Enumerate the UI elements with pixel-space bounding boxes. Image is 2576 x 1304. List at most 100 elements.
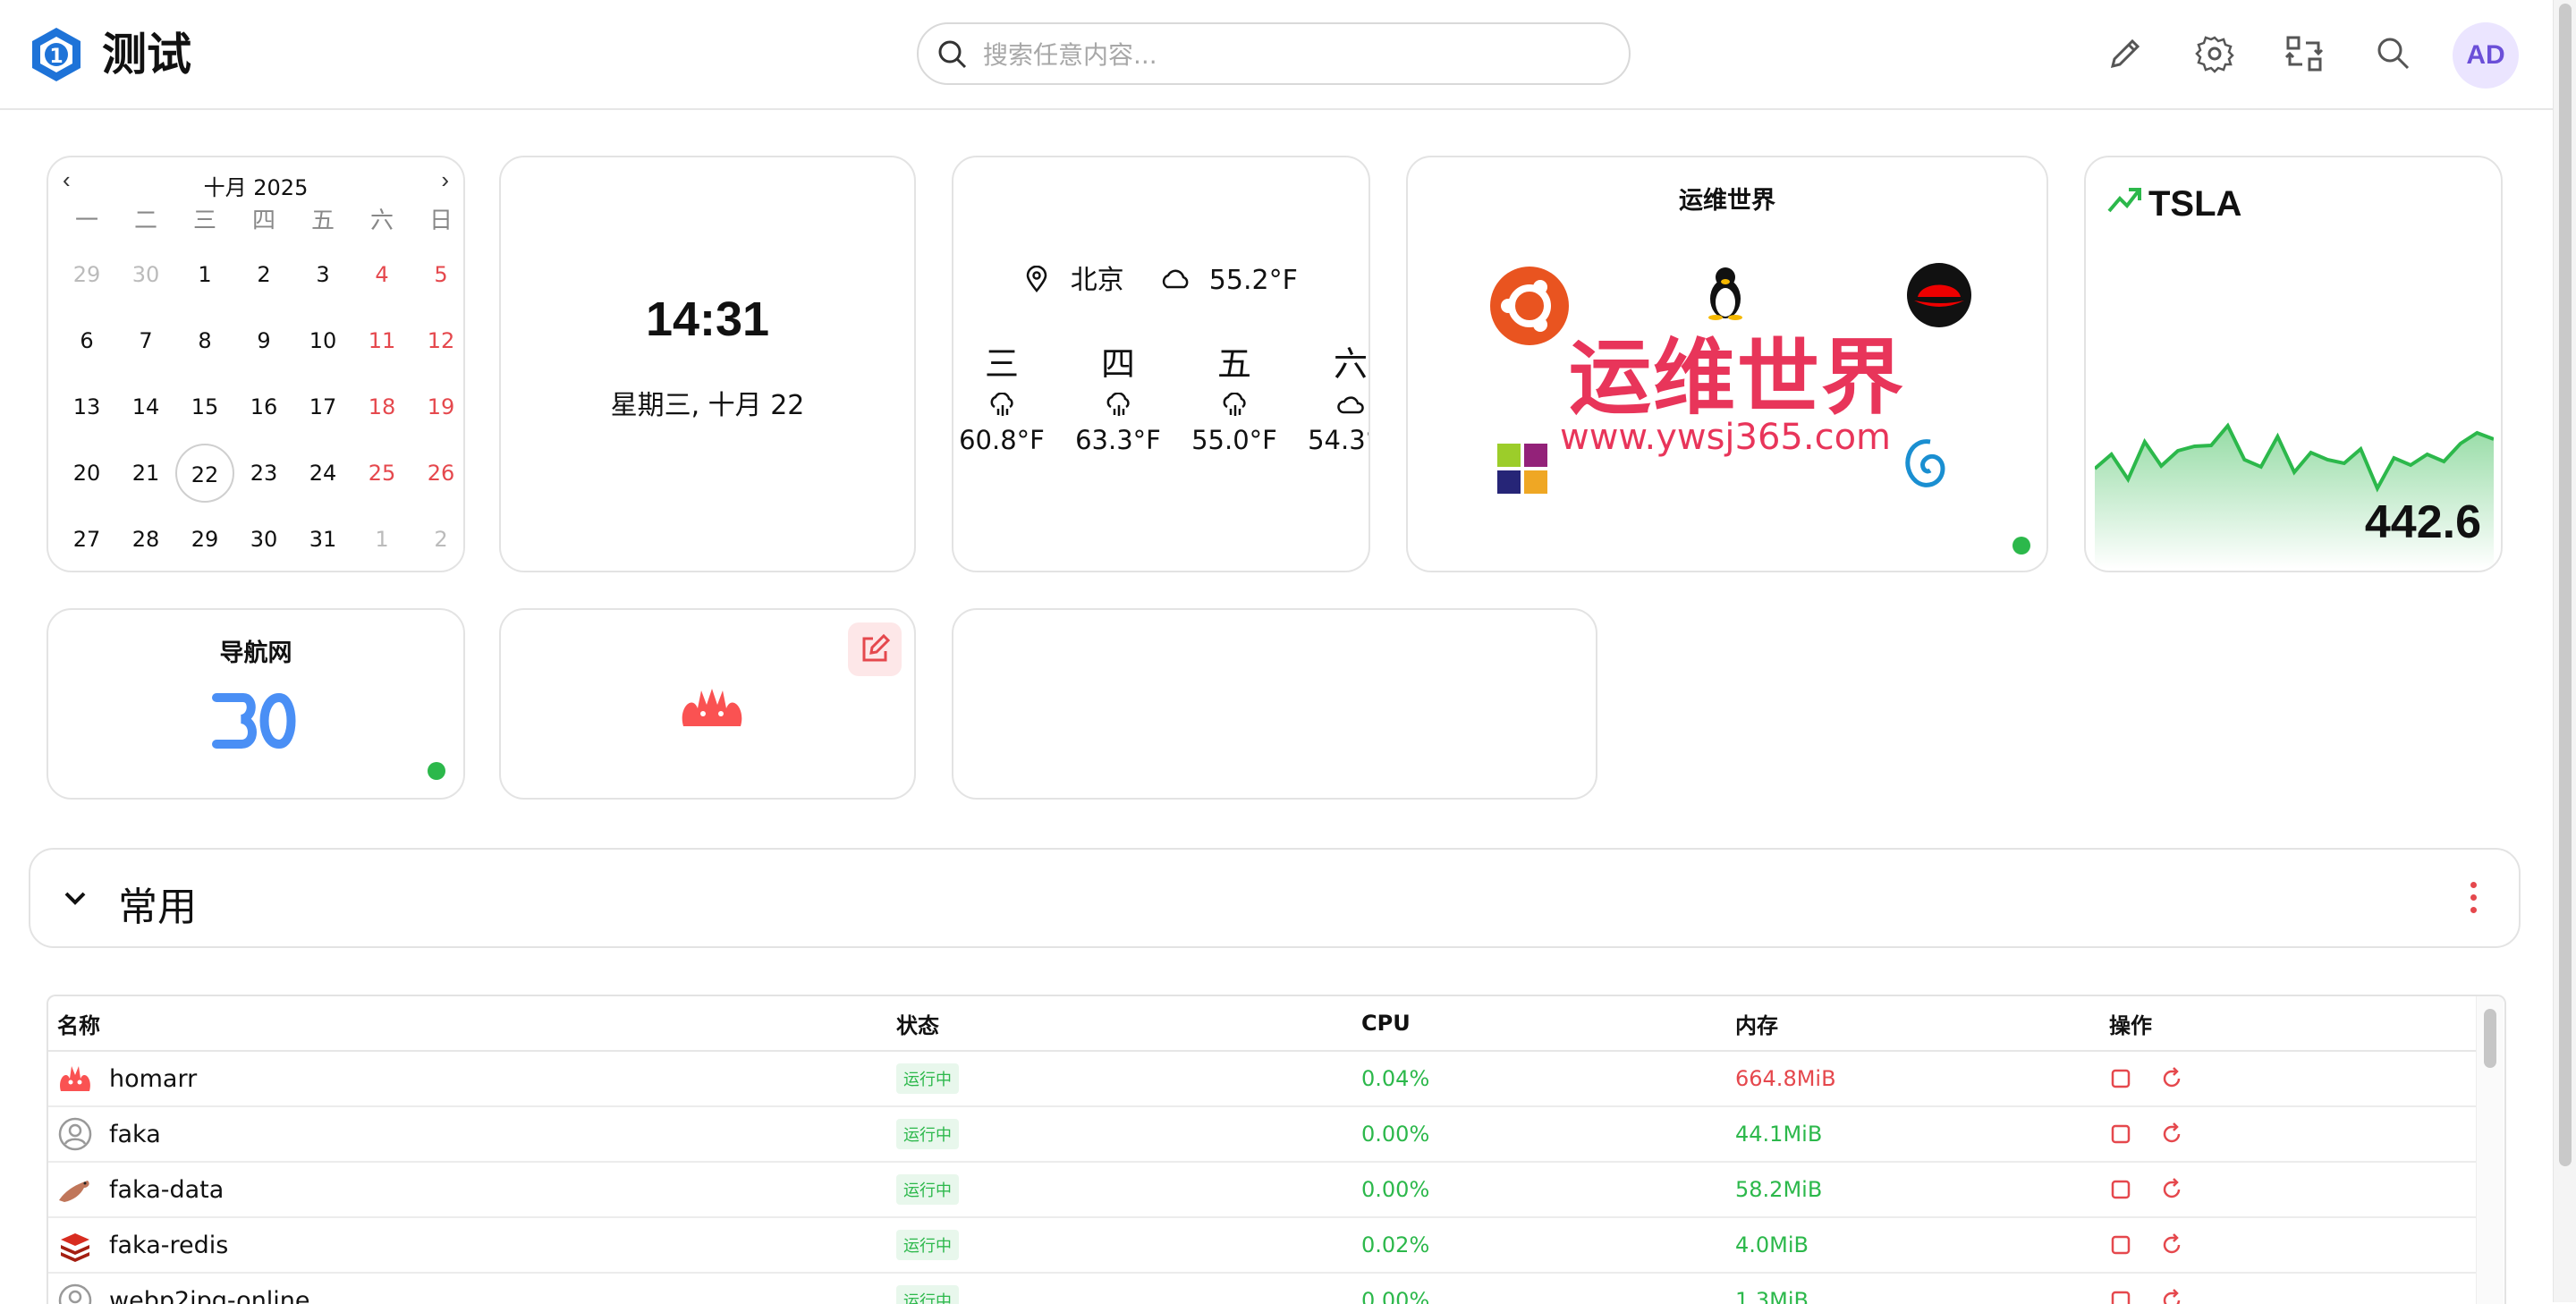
calendar-day[interactable]: 29 [175, 506, 234, 572]
swap-icon[interactable] [2283, 32, 2326, 75]
next-month-button[interactable]: › [441, 166, 449, 194]
calendar-day[interactable]: 5 [411, 241, 470, 308]
restart-icon[interactable] [2159, 1122, 2184, 1147]
restart-icon[interactable] [2159, 1177, 2184, 1202]
container-name: webp2jpg-online [109, 1287, 310, 1304]
mariadb-seal-icon [57, 1172, 93, 1207]
calendar-day[interactable]: 13 [57, 374, 116, 440]
avatar[interactable]: AD [2453, 22, 2519, 89]
forecast-day-label: 六 [1297, 336, 1370, 385]
forecast-temp: 63.3°F [1064, 425, 1172, 455]
stop-icon[interactable] [2109, 1289, 2132, 1304]
status-online-dot [428, 762, 445, 780]
weather-current-temp: 55.2°F [1209, 265, 1298, 296]
app-title: 测试 [102, 25, 191, 84]
weekday-label: 日 [411, 200, 470, 241]
search-icon[interactable] [2372, 32, 2415, 75]
cloud-icon [1159, 269, 1191, 291]
restart-icon[interactable] [2159, 1232, 2184, 1257]
restart-icon[interactable] [2159, 1066, 2184, 1091]
restart-icon[interactable] [2159, 1288, 2184, 1304]
calendar-day[interactable]: 27 [57, 506, 116, 572]
calendar-day[interactable]: 20 [57, 440, 116, 506]
column-header[interactable]: 名称 [48, 996, 887, 1051]
table-scrollbar[interactable] [2476, 996, 2504, 1304]
calendar-day[interactable]: 21 [116, 440, 175, 506]
pencil-icon[interactable] [2104, 32, 2147, 75]
calendar-widget: ‹ 十月 2025 › 一 二 三 四 五 六 日 29 30 1 2 3 4 … [47, 156, 465, 572]
bookmark-widget[interactable]: 运维世界 运维世界 www.ywsj365.com [1406, 156, 2048, 572]
search-bar[interactable] [917, 22, 1631, 85]
memory-value: 4.0MiB [1726, 1217, 2100, 1273]
banner-title: 运维世界 [1569, 311, 1905, 430]
calendar-day[interactable]: 10 [293, 308, 352, 374]
more-menu-icon[interactable] [2470, 882, 2479, 919]
edit-button[interactable] [848, 622, 902, 676]
calendar-day[interactable]: 2 [411, 506, 470, 572]
table-row[interactable]: faka-redis 运行中 0.02% 4.0MiB [48, 1217, 2476, 1273]
app-widget[interactable] [499, 608, 916, 800]
default-container-icon [57, 1283, 93, 1304]
calendar-day[interactable]: 17 [293, 374, 352, 440]
page-scrollbar[interactable] [2553, 0, 2576, 1302]
calendar-day[interactable]: 11 [352, 308, 411, 374]
calendar-day[interactable]: 28 [116, 506, 175, 572]
stop-icon[interactable] [2109, 1233, 2132, 1257]
calendar-day[interactable]: 12 [411, 308, 470, 374]
calendar-day[interactable]: 6 [57, 308, 116, 374]
table-row[interactable]: faka-data 运行中 0.00% 58.2MiB [48, 1162, 2476, 1217]
nav-site-logo-icon [209, 685, 302, 757]
calendar-day[interactable]: 31 [293, 506, 352, 572]
calendar-day[interactable]: 30 [116, 241, 175, 308]
empty-widget [952, 608, 1597, 800]
nav-site-title: 导航网 [48, 633, 463, 668]
calendar-day[interactable]: 7 [116, 308, 175, 374]
calendar-day[interactable]: 25 [352, 440, 411, 506]
calendar-day[interactable]: 29 [57, 241, 116, 308]
edit-icon [859, 633, 891, 665]
clock-date: 星期三, 十月 22 [501, 383, 914, 422]
table-row[interactable]: faka 运行中 0.00% 44.1MiB [48, 1106, 2476, 1162]
calendar-day[interactable]: 15 [175, 374, 234, 440]
column-header[interactable]: CPU [1352, 996, 1726, 1051]
calendar-day-today[interactable]: 22 [175, 440, 234, 506]
homarr-logo-icon[interactable]: 1 [27, 25, 86, 84]
calendar-day[interactable]: 1 [175, 241, 234, 308]
forecast-day: 三 60.8°F [952, 336, 1055, 455]
column-header[interactable]: 状态 [887, 996, 1352, 1051]
calendar-day[interactable]: 4 [352, 241, 411, 308]
nav-site-widget[interactable]: 导航网 [47, 608, 465, 800]
calendar-day[interactable]: 23 [234, 440, 293, 506]
weekday-label: 一 [57, 200, 116, 241]
calendar-day[interactable]: 2 [234, 241, 293, 308]
calendar-day[interactable]: 24 [293, 440, 352, 506]
cpu-value: 0.00% [1352, 1273, 1726, 1304]
stop-icon[interactable] [2109, 1067, 2132, 1090]
table-row[interactable]: homarr 运行中 0.04% 664.8MiB [48, 1051, 2476, 1106]
calendar-day[interactable]: 19 [411, 374, 470, 440]
cpu-value: 0.04% [1352, 1051, 1726, 1106]
chevron-down-icon[interactable] [57, 880, 93, 916]
forecast-day-label: 三 [952, 336, 1055, 385]
container-name: faka-redis [109, 1232, 228, 1259]
default-container-icon [57, 1116, 93, 1152]
search-input[interactable] [981, 33, 1602, 76]
stop-icon[interactable] [2109, 1122, 2132, 1146]
stop-icon[interactable] [2109, 1178, 2132, 1201]
column-header[interactable]: 操作 [2100, 996, 2476, 1051]
gear-icon[interactable] [2193, 32, 2236, 75]
column-header[interactable]: 内存 [1726, 996, 2100, 1051]
table-row[interactable]: webp2jpg-online 运行中 0.00% 1.3MiB [48, 1273, 2476, 1304]
bookmark-title: 运维世界 [1408, 181, 2046, 216]
calendar-day[interactable]: 1 [352, 506, 411, 572]
calendar-day[interactable]: 9 [234, 308, 293, 374]
memory-value: 58.2MiB [1726, 1162, 2100, 1217]
calendar-day[interactable]: 16 [234, 374, 293, 440]
category-header[interactable]: 常用 [29, 848, 2521, 948]
calendar-day[interactable]: 14 [116, 374, 175, 440]
calendar-day[interactable]: 18 [352, 374, 411, 440]
calendar-day[interactable]: 3 [293, 241, 352, 308]
calendar-day[interactable]: 8 [175, 308, 234, 374]
calendar-day[interactable]: 26 [411, 440, 470, 506]
calendar-day[interactable]: 30 [234, 506, 293, 572]
